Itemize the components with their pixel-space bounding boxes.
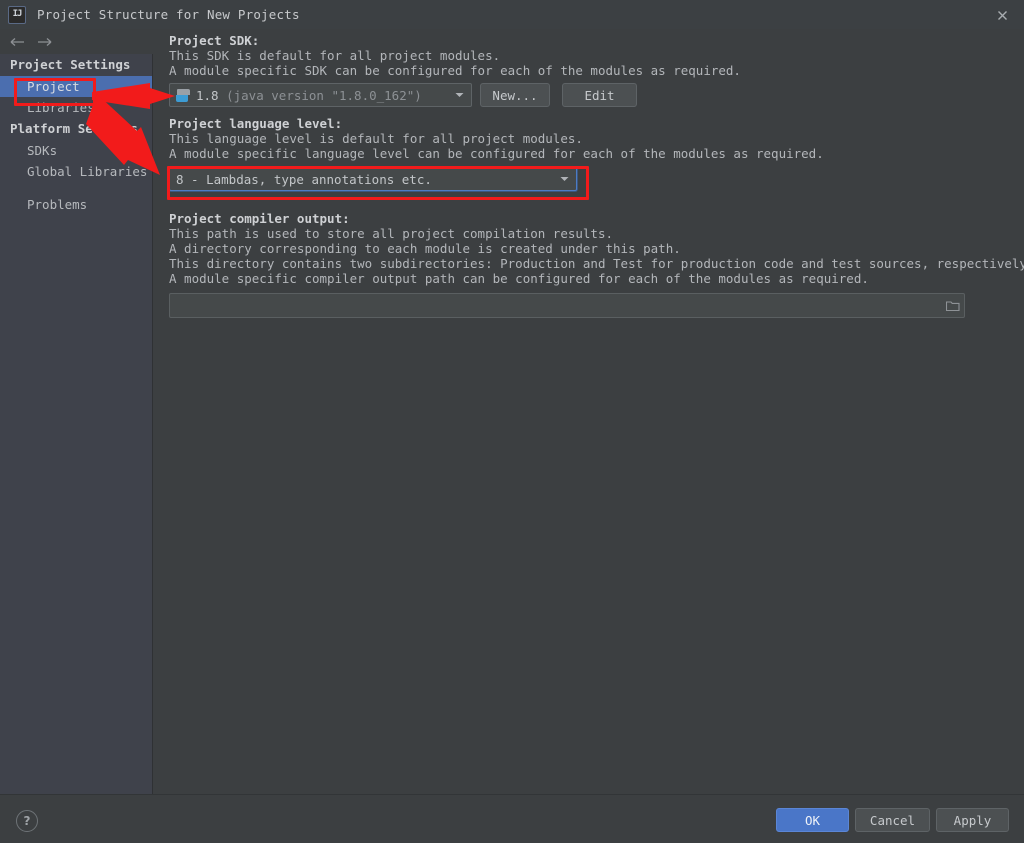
- language-level-combo[interactable]: 8 - Lambdas, type annotations etc.: [169, 167, 577, 191]
- back-arrow-icon[interactable]: [5, 31, 31, 53]
- project-sdk-combo[interactable]: 1.8 (java version "1.8.0_162"): [169, 83, 472, 107]
- sidebar-item-project[interactable]: Project: [0, 76, 152, 97]
- folder-browse-icon[interactable]: [942, 294, 964, 317]
- forward-arrow-icon[interactable]: [31, 31, 57, 53]
- language-level-value: 8 - Lambdas, type annotations etc.: [176, 171, 432, 187]
- sidebar-group-project-settings: Project Settings: [10, 57, 131, 72]
- compiler-output-desc-3: This directory contains two subdirectori…: [169, 256, 1024, 271]
- ok-button[interactable]: OK: [776, 808, 849, 832]
- close-icon[interactable]: [988, 5, 1016, 25]
- sidebar-group-platform-settings: Platform Settings: [10, 121, 138, 136]
- project-structure-dialog: IJ Project Structure for New Projects Pr…: [0, 0, 1024, 843]
- language-level-desc-1: This language level is default for all p…: [169, 131, 583, 146]
- project-settings-panel: Project SDK: This SDK is default for all…: [153, 29, 1024, 795]
- compiler-output-title: Project compiler output:: [169, 211, 350, 226]
- compiler-output-desc-2: A directory corresponding to each module…: [169, 241, 681, 256]
- apply-button[interactable]: Apply: [936, 808, 1009, 832]
- project-sdk-title: Project SDK:: [169, 33, 260, 48]
- help-icon[interactable]: ?: [16, 810, 38, 832]
- navigation-bar: [0, 29, 152, 54]
- language-level-title: Project language level:: [169, 116, 343, 131]
- title-bar: IJ Project Structure for New Projects: [0, 0, 1024, 29]
- new-sdk-button[interactable]: New...: [480, 83, 550, 107]
- language-level-desc-2: A module specific language level can be …: [169, 146, 824, 161]
- project-sdk-desc-1: This SDK is default for all project modu…: [169, 48, 501, 63]
- edit-sdk-button[interactable]: Edit: [562, 83, 637, 107]
- intellij-idea-icon: IJ: [8, 5, 26, 24]
- sidebar-item-problems[interactable]: Problems: [0, 194, 152, 215]
- chevron-down-icon[interactable]: [556, 176, 572, 182]
- sidebar-item-global-libraries[interactable]: Global Libraries: [0, 161, 152, 182]
- cancel-button[interactable]: Cancel: [855, 808, 930, 832]
- chevron-down-icon[interactable]: [451, 92, 467, 98]
- window-title: Project Structure for New Projects: [37, 7, 300, 22]
- compiler-output-input[interactable]: [170, 298, 942, 313]
- java-sdk-icon: [176, 88, 191, 102]
- sidebar-item-libraries[interactable]: Libraries: [0, 97, 152, 118]
- compiler-output-field[interactable]: [169, 293, 965, 318]
- compiler-output-desc-1: This path is used to store all project c…: [169, 226, 614, 241]
- sidebar-item-sdks[interactable]: SDKs: [0, 140, 152, 161]
- compiler-output-desc-4: A module specific compiler output path c…: [169, 271, 869, 286]
- project-sdk-desc-2: A module specific SDK can be configured …: [169, 63, 741, 78]
- project-sdk-value: 1.8 (java version "1.8.0_162"): [196, 87, 422, 103]
- settings-sidebar: Project Settings Project Libraries Platf…: [0, 54, 153, 795]
